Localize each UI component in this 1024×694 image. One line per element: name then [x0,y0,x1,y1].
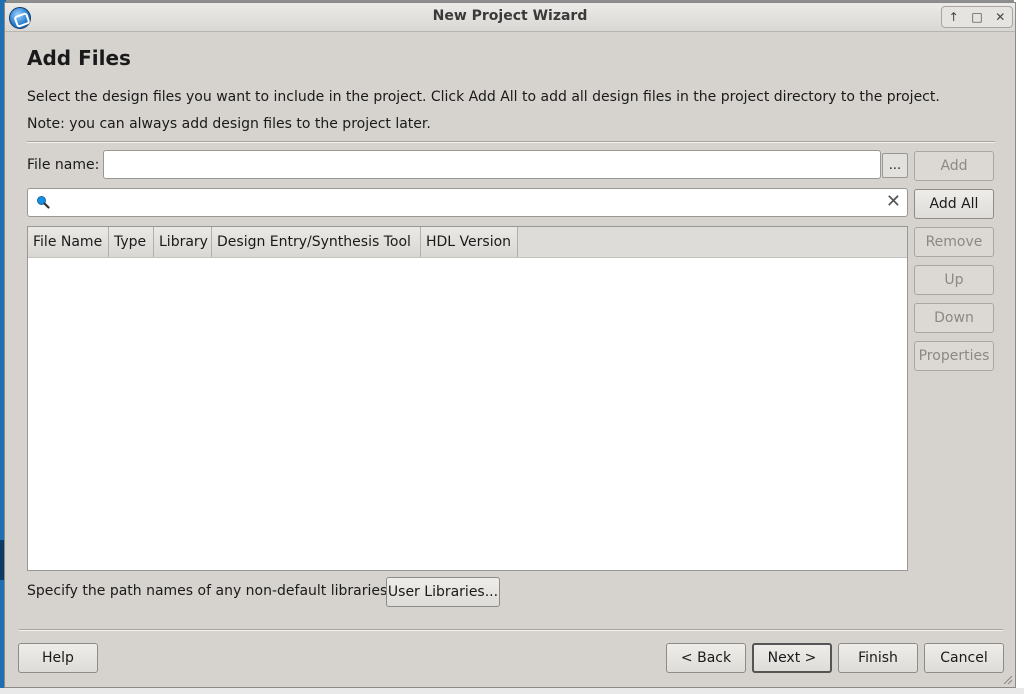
top-divider [27,141,995,143]
search-filter-input[interactable]: ✕ [27,188,908,217]
column-header-library[interactable]: Library [154,227,212,257]
background-statusbar [0,688,1024,694]
column-header-design-entry-tool[interactable]: Design Entry/Synthesis Tool [212,227,421,257]
close-icon[interactable]: ✕ [990,10,1010,24]
page-description: Select the design files you want to incl… [27,89,940,105]
column-header-type[interactable]: Type [109,227,154,257]
down-button[interactable]: Down [914,303,994,333]
add-button[interactable]: Add [914,151,994,181]
new-project-wizard-dialog: New Project Wizard ↑ □ ✕ Add Files Selec… [4,2,1016,688]
next-button[interactable]: Next > [752,643,832,673]
column-header-hdl-version[interactable]: HDL Version [421,227,518,257]
remove-button[interactable]: Remove [914,227,994,257]
libraries-hint: Specify the path names of any non-defaul… [27,583,392,599]
window-controls: ↑ □ ✕ [941,6,1013,28]
up-button[interactable]: Up [914,265,994,295]
add-all-button[interactable]: Add All [914,189,994,219]
back-button[interactable]: < Back [666,643,746,673]
cancel-button[interactable]: Cancel [924,643,1004,673]
file-name-label: File name: [27,157,100,173]
files-table[interactable]: File Name Type Library Design Entry/Synt… [27,226,908,571]
help-button[interactable]: Help [18,643,98,673]
bottom-divider [19,629,1003,631]
file-name-input[interactable] [103,150,881,179]
clear-icon[interactable]: ✕ [886,192,901,212]
table-header: File Name Type Library Design Entry/Synt… [28,227,907,258]
resize-grip-icon[interactable] [1001,673,1013,685]
user-libraries-button[interactable]: User Libraries... [386,577,500,607]
finish-button[interactable]: Finish [838,643,918,673]
browse-button[interactable]: ... [882,153,908,178]
maximize-icon[interactable]: □ [967,10,987,24]
shade-up-icon[interactable]: ↑ [944,10,964,24]
title-bar[interactable]: New Project Wizard ↑ □ ✕ [5,3,1015,32]
properties-button[interactable]: Properties [914,341,994,371]
page-title: Add Files [27,46,131,70]
search-icon [37,196,50,209]
page-note: Note: you can always add design files to… [27,116,431,132]
column-header-file-name[interactable]: File Name [28,227,109,257]
window-title: New Project Wizard [432,8,588,24]
